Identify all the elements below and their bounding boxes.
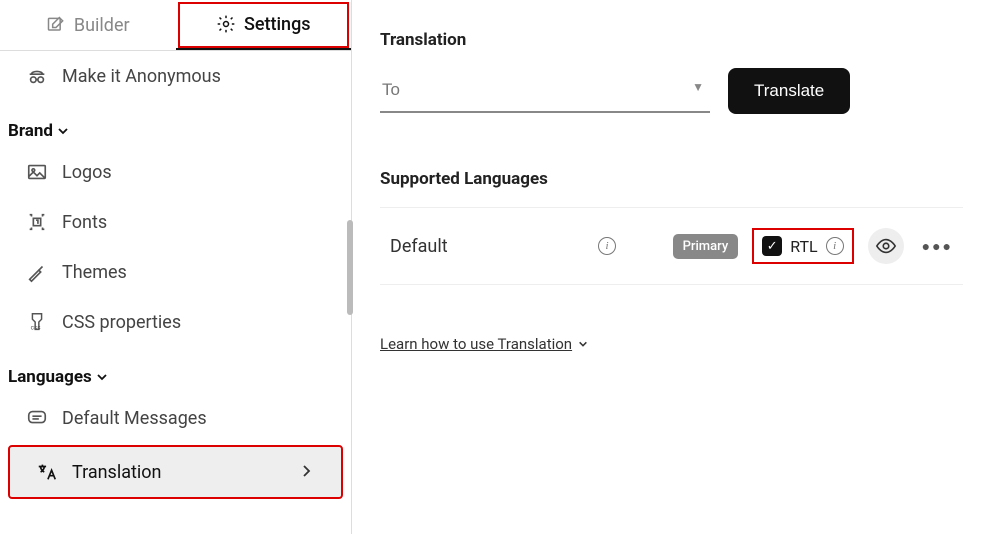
font-icon — [26, 211, 48, 233]
brush-icon — [26, 261, 48, 283]
tab-label: Settings — [244, 14, 311, 35]
translation-heading: Translation — [380, 30, 963, 50]
info-icon[interactable]: i — [826, 237, 844, 255]
sidebar-item-fonts[interactable]: Fonts — [0, 197, 351, 247]
sidebar-item-default-messages[interactable]: Default Messages — [0, 393, 351, 443]
sidebar-item-label: CSS properties — [62, 312, 181, 333]
sidebar-item-css[interactable]: css CSS properties — [0, 297, 351, 347]
sidebar-item-label: Default Messages — [62, 408, 207, 429]
top-tabs: Builder Settings — [0, 0, 351, 51]
chevron-down-icon — [96, 371, 108, 383]
chevron-down-icon — [57, 125, 69, 137]
translate-icon — [36, 461, 58, 483]
language-name: Default — [390, 236, 580, 257]
language-row-default: Default i Primary ✓ RTL i ●●● — [380, 207, 963, 285]
chevron-down-icon — [578, 339, 588, 349]
tab-builder[interactable]: Builder — [0, 0, 176, 50]
learn-label: Learn how to use Translation — [380, 335, 572, 353]
sidebar-item-label: Logos — [62, 162, 112, 183]
supported-languages-heading: Supported Languages — [380, 169, 963, 189]
tab-label: Builder — [74, 15, 130, 36]
eye-icon — [875, 235, 897, 257]
sidebar-item-label: Translation — [72, 462, 162, 483]
sidebar-item-label: Fonts — [62, 212, 107, 233]
info-icon[interactable]: i — [598, 237, 616, 255]
sidebar-item-logos[interactable]: Logos — [0, 147, 351, 197]
to-language-select[interactable]: To — [380, 70, 710, 113]
builder-icon — [46, 15, 66, 35]
main-panel: Translation To ▼ Translate Supported Lan… — [352, 0, 991, 534]
rtl-label: RTL — [790, 237, 817, 256]
anonymous-icon — [26, 65, 48, 87]
translate-button[interactable]: Translate — [728, 68, 850, 114]
sidebar: Builder Settings Make it Anonymous Brand… — [0, 0, 352, 534]
tab-settings[interactable]: Settings — [176, 0, 352, 50]
sidebar-item-translation[interactable]: Translation — [10, 447, 341, 497]
rtl-checkbox-group[interactable]: ✓ RTL i — [756, 232, 849, 260]
gear-icon — [216, 14, 236, 34]
section-brand[interactable]: Brand — [0, 101, 351, 147]
visibility-button[interactable] — [868, 228, 904, 264]
learn-translation-link[interactable]: Learn how to use Translation — [380, 335, 588, 353]
primary-badge: Primary — [673, 234, 739, 259]
section-label: Languages — [8, 367, 92, 387]
more-menu-button[interactable]: ●●● — [922, 238, 953, 255]
css-icon: css — [26, 311, 48, 333]
section-languages[interactable]: Languages — [0, 347, 351, 393]
sidebar-item-label: Themes — [62, 262, 127, 283]
image-icon — [26, 161, 48, 183]
sidebar-item-themes[interactable]: Themes — [0, 247, 351, 297]
checkbox-checked-icon[interactable]: ✓ — [762, 236, 782, 256]
section-label: Brand — [8, 121, 53, 141]
chevron-right-icon — [301, 463, 329, 482]
sidebar-item-anonymous[interactable]: Make it Anonymous — [0, 51, 351, 101]
message-icon — [26, 407, 48, 429]
svg-text:css: css — [31, 323, 41, 331]
sidebar-item-label: Make it Anonymous — [62, 66, 221, 87]
